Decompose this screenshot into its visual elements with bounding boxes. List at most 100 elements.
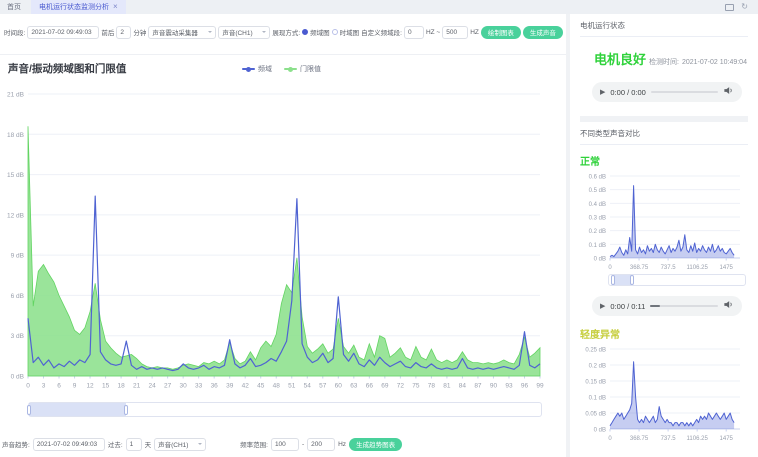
- svg-text:6: 6: [57, 383, 61, 390]
- app-window: 首页 电机运行状态监测分析 × ↻ 时间段: 前后 分钟 声音震动采集器 声音(…: [0, 0, 758, 457]
- collector-select[interactable]: 声音震动采集器: [148, 26, 216, 39]
- svg-text:0.4 dB: 0.4 dB: [589, 202, 606, 208]
- normal-chart[interactable]: 0 dB0.1 dB0.2 dB0.3 dB0.4 dB0.5 dB0.6 dB…: [580, 170, 748, 272]
- normal-sound-label: 正常: [580, 153, 748, 168]
- past-days-input[interactable]: [126, 438, 142, 451]
- svg-text:0: 0: [26, 383, 30, 390]
- tab-home[interactable]: 首页: [7, 2, 21, 12]
- svg-text:60: 60: [335, 383, 343, 390]
- legend-item[interactable]: 频域: [242, 64, 272, 74]
- svg-text:3 dB: 3 dB: [11, 333, 24, 340]
- trend-toolbar: 声音趋势: 过去: 天 声音(CH1) 频率范围: - Hz 生成趋势图表: [2, 436, 562, 452]
- svg-text:0: 0: [608, 265, 612, 271]
- freq-from-input[interactable]: [271, 438, 299, 451]
- main-chart-datazoom[interactable]: [28, 402, 542, 417]
- main-panel: 时间段: 前后 分钟 声音震动采集器 声音(CH1) 展现方式: 频域图 时域图: [0, 14, 566, 457]
- datazoom-selection[interactable]: [29, 403, 126, 416]
- generate-trend-button[interactable]: 生成趋势图表: [349, 438, 402, 451]
- svg-text:69: 69: [381, 383, 389, 390]
- legend-marker-icon: [242, 68, 255, 70]
- close-icon[interactable]: ×: [113, 3, 118, 11]
- generate-sound-button[interactable]: 生成声音: [523, 26, 563, 39]
- svg-text:0.5 dB: 0.5 dB: [589, 188, 606, 194]
- tab-motor-status-analysis[interactable]: 电机运行状态监测分析 ×: [31, 0, 126, 14]
- svg-text:0.1 dB: 0.1 dB: [589, 243, 606, 249]
- volume-icon[interactable]: [723, 297, 734, 315]
- svg-text:1475: 1475: [720, 265, 734, 271]
- mild-chart[interactable]: 0 dB0.05 dB0.1 dB0.15 dB0.2 dB0.25 dB036…: [580, 343, 748, 443]
- svg-text:18 dB: 18 dB: [7, 132, 24, 139]
- tab-bar: 首页 电机运行状态监测分析 × ↻: [0, 0, 758, 15]
- svg-text:21: 21: [133, 383, 141, 390]
- volume-icon[interactable]: [723, 83, 734, 101]
- legend-marker-icon: [284, 68, 297, 70]
- player-seekbar[interactable]: [651, 91, 718, 93]
- band-from-input[interactable]: [404, 26, 424, 39]
- draw-chart-button[interactable]: 绘制图表: [481, 26, 521, 39]
- chevron-down-icon: [208, 31, 212, 35]
- svg-text:81: 81: [443, 383, 451, 390]
- freq-unit-label: Hz: [338, 441, 346, 448]
- svg-text:737.5: 737.5: [661, 265, 677, 271]
- svg-text:66: 66: [366, 383, 374, 390]
- play-icon[interactable]: ▶: [600, 303, 605, 310]
- tab-label: 电机运行状态监测分析: [39, 2, 109, 12]
- radio-time-domain[interactable]: 时域图: [332, 27, 360, 37]
- svg-text:24: 24: [149, 383, 157, 390]
- player-time: 0:00 / 0:11: [610, 302, 645, 311]
- svg-text:15: 15: [102, 383, 110, 390]
- svg-text:9 dB: 9 dB: [11, 253, 24, 260]
- freq-to-input[interactable]: [307, 438, 335, 451]
- svg-text:0 dB: 0 dB: [594, 257, 606, 263]
- detect-time-value: 2021-07-02 10:49:04: [682, 59, 747, 66]
- collector-select-value: 声音震动采集器: [152, 27, 198, 37]
- mild-abnormal-label: 轻度异常: [580, 326, 748, 341]
- svg-text:51: 51: [288, 383, 296, 390]
- chevron-down-icon: [262, 31, 266, 35]
- radio-frequency-domain[interactable]: 频域图: [302, 27, 330, 37]
- svg-text:0.1 dB: 0.1 dB: [589, 396, 606, 402]
- datazoom-selection[interactable]: [613, 275, 632, 285]
- sound-compare-header: 不同类型声音对比: [580, 128, 748, 145]
- refresh-icon[interactable]: ↻: [741, 3, 748, 11]
- time-range-input[interactable]: [27, 26, 99, 39]
- main-chart[interactable]: 0 dB3 dB6 dB9 dB12 dB15 dB18 dB21 dB0369…: [0, 86, 548, 396]
- datazoom-left-handle-icon[interactable]: [611, 275, 615, 285]
- window-icons: ↻: [725, 3, 758, 11]
- custom-band-label: 自定义频域段:: [361, 27, 402, 37]
- normal-chart-datazoom[interactable]: [608, 274, 746, 286]
- datazoom-right-handle-icon[interactable]: [630, 275, 634, 285]
- player-seekbar[interactable]: [650, 305, 718, 307]
- player-time: 0:00 / 0:00: [610, 88, 645, 97]
- trend-time-input[interactable]: [33, 438, 105, 451]
- svg-text:84: 84: [459, 383, 467, 390]
- motor-status-header: 电机运行状态: [580, 20, 748, 37]
- time-range-label: 时间段:: [4, 27, 25, 37]
- divider: [0, 54, 566, 55]
- svg-text:87: 87: [474, 383, 482, 390]
- svg-text:54: 54: [304, 383, 312, 390]
- status-audio-player[interactable]: ▶ 0:00 / 0:00: [592, 82, 742, 102]
- band-to-input[interactable]: [442, 26, 468, 39]
- freq-range-label: 频率范围:: [240, 439, 268, 449]
- svg-text:99: 99: [536, 383, 544, 390]
- fullscreen-icon[interactable]: [725, 4, 734, 11]
- normal-audio-player[interactable]: ▶ 0:00 / 0:11: [592, 296, 742, 316]
- legend-item[interactable]: 门限值: [284, 64, 321, 74]
- svg-text:48: 48: [273, 383, 281, 390]
- svg-text:78: 78: [428, 383, 436, 390]
- play-icon[interactable]: ▶: [600, 89, 605, 96]
- svg-text:36: 36: [211, 383, 219, 390]
- svg-text:0.25 dB: 0.25 dB: [585, 348, 606, 354]
- svg-text:1475: 1475: [720, 436, 734, 442]
- channel-select[interactable]: 声音(CH1): [218, 26, 270, 39]
- svg-text:75: 75: [412, 383, 420, 390]
- motor-status-value: 电机良好: [594, 49, 646, 68]
- svg-text:368.75: 368.75: [630, 436, 649, 442]
- datazoom-right-handle-icon[interactable]: [124, 405, 128, 415]
- around-minutes-input[interactable]: [116, 26, 131, 39]
- datazoom-left-handle-icon[interactable]: [27, 405, 31, 415]
- band-separator: HZ ~: [426, 29, 440, 36]
- around-label: 前后: [101, 27, 114, 37]
- trend-channel-select[interactable]: 声音(CH1): [154, 438, 206, 451]
